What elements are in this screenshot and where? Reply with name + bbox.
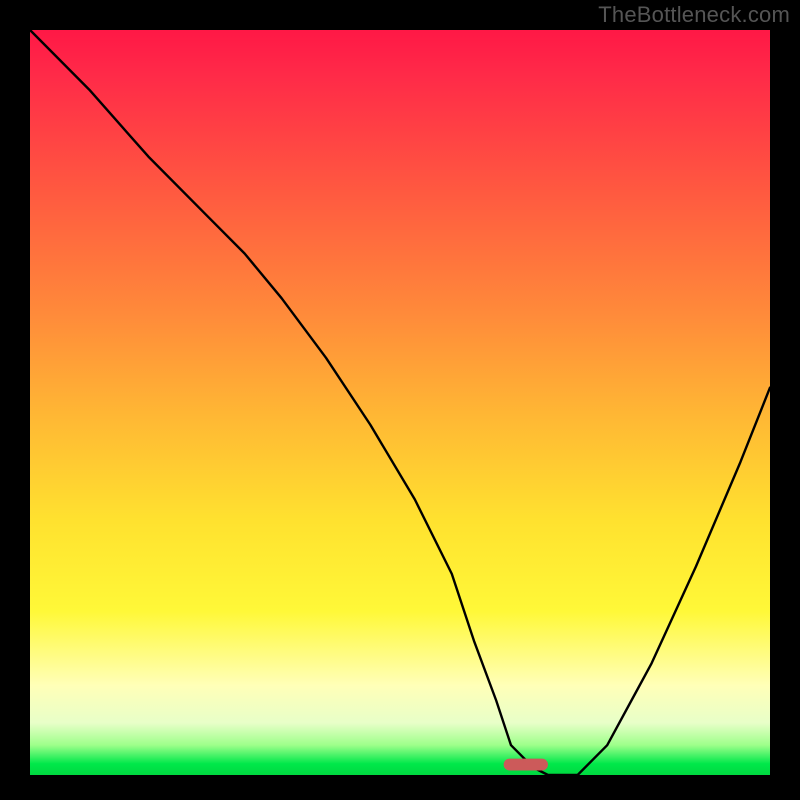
bottleneck-curve [30,30,770,775]
chart-frame: TheBottleneck.com [0,0,800,800]
watermark-text: TheBottleneck.com [598,2,790,28]
optimum-marker [504,759,548,771]
plot-area [30,30,770,775]
curve-layer [30,30,770,775]
